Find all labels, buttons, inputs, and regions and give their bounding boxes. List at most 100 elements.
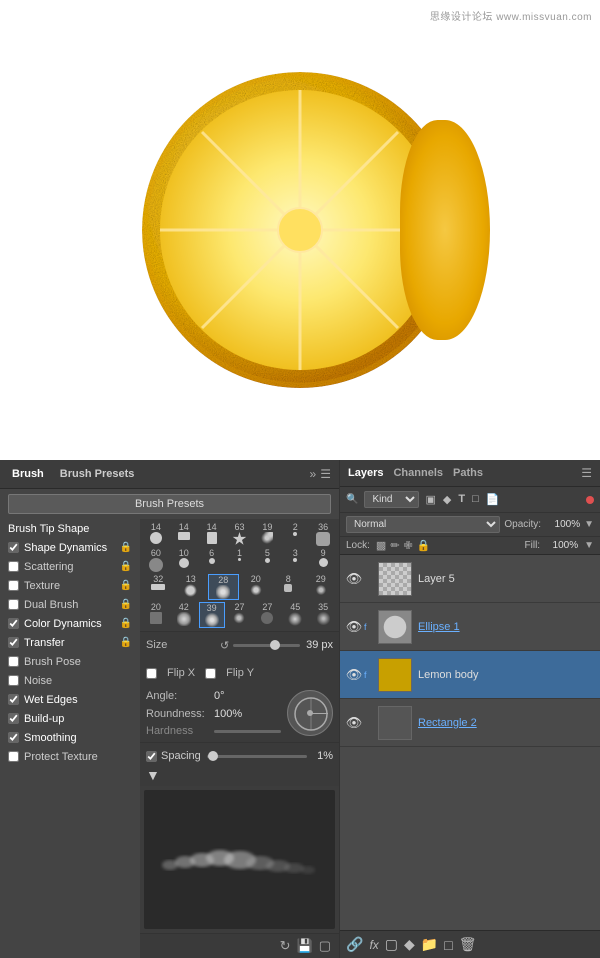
hardness-slider[interactable]: [214, 730, 281, 733]
tip-19[interactable]: 19: [254, 522, 280, 546]
smoothing-label[interactable]: Smoothing: [24, 732, 132, 744]
fill-arrow[interactable]: ▼: [584, 540, 594, 551]
tip-39-selected[interactable]: 39: [199, 602, 225, 628]
build-up-label[interactable]: Build-up: [24, 713, 132, 725]
transfer-label[interactable]: Transfer: [24, 637, 120, 649]
tip-9[interactable]: 9: [310, 548, 336, 572]
tab-brush[interactable]: Brush: [8, 466, 48, 482]
spacing-check[interactable]: [146, 751, 157, 762]
fx-icon[interactable]: fx: [369, 938, 378, 952]
tip-8[interactable]: 8: [273, 574, 304, 600]
protect-texture-check[interactable]: [8, 751, 19, 762]
link-layers-icon[interactable]: 🔗: [346, 936, 363, 953]
tip-35[interactable]: 35: [310, 602, 336, 628]
kind-adj-icon[interactable]: ◆: [441, 492, 453, 507]
tip-2[interactable]: 2: [282, 522, 308, 546]
tab-paths[interactable]: Paths: [453, 467, 483, 479]
tip-13[interactable]: 13: [176, 574, 207, 600]
link-icon-ellipse1[interactable]: f: [364, 622, 378, 632]
blend-mode-select[interactable]: Normal: [346, 516, 500, 533]
fill-value[interactable]: 100%: [546, 540, 578, 551]
lock-all-icon[interactable]: 🔒: [417, 539, 431, 552]
noise-check[interactable]: [8, 675, 19, 686]
flip-x-check[interactable]: [146, 668, 157, 679]
wet-edges-check[interactable]: [8, 694, 19, 705]
scattering-label[interactable]: Scattering: [24, 561, 120, 573]
lock-transparent-icon[interactable]: ▩: [376, 539, 386, 552]
tip-27[interactable]: 27: [227, 602, 253, 628]
save-brush-icon[interactable]: 💾: [297, 938, 313, 954]
texture-label[interactable]: Texture: [24, 580, 120, 592]
kind-text-icon[interactable]: T: [456, 492, 467, 507]
tab-channels[interactable]: Channels: [393, 467, 443, 479]
angle-circle[interactable]: [287, 690, 333, 736]
tip-63[interactable]: 63: [227, 522, 253, 546]
tip-14-3[interactable]: 14: [199, 522, 225, 546]
build-up-check[interactable]: [8, 713, 19, 724]
shape-dynamics-check[interactable]: [8, 542, 19, 553]
kind-smart-icon[interactable]: 📄: [484, 492, 502, 507]
tip-45[interactable]: 45: [282, 602, 308, 628]
new-layer-icon[interactable]: □: [444, 937, 452, 953]
layer-row-ellipse1[interactable]: 👁 f Ellipse 1: [340, 603, 600, 651]
dual-brush-label[interactable]: Dual Brush: [24, 599, 120, 611]
tip-60[interactable]: 60: [143, 548, 169, 572]
tip-14-1[interactable]: 14: [143, 522, 169, 546]
kind-pixel-icon[interactable]: ▣: [423, 492, 437, 507]
brush-pose-check[interactable]: [8, 656, 19, 667]
tip-6[interactable]: 6: [199, 548, 225, 572]
eye-icon-rectangle2[interactable]: 👁: [344, 713, 364, 733]
tip-20[interactable]: 20: [241, 574, 272, 600]
cycle-icon[interactable]: ↻: [280, 938, 291, 954]
brush-tip-shape-label[interactable]: Brush Tip Shape: [8, 523, 132, 535]
tip-5[interactable]: 5: [254, 548, 280, 572]
dual-brush-check[interactable]: [8, 599, 19, 610]
tip-36[interactable]: 36: [310, 522, 336, 546]
protect-texture-label[interactable]: Protect Texture: [24, 751, 132, 763]
tab-layers[interactable]: Layers: [348, 467, 383, 479]
size-slider[interactable]: [233, 644, 300, 647]
transfer-check[interactable]: [8, 637, 19, 648]
adjustment-icon[interactable]: ◆: [404, 936, 415, 953]
tip-32[interactable]: 32: [143, 574, 174, 600]
eye-icon-layer5[interactable]: 👁: [344, 569, 364, 589]
tip-3[interactable]: 3: [282, 548, 308, 572]
opacity-arrow[interactable]: ▼: [584, 519, 594, 530]
tip-1[interactable]: 1: [227, 548, 253, 572]
tip-14-2[interactable]: 14: [171, 522, 197, 546]
panel-menu-icon[interactable]: ☰: [320, 467, 331, 481]
lock-paint-icon[interactable]: ✏: [390, 539, 399, 552]
tip-10[interactable]: 10: [171, 548, 197, 572]
shape-dynamics-label[interactable]: Shape Dynamics: [24, 542, 120, 554]
panel-expand-icon[interactable]: »: [310, 467, 317, 481]
spacing-thumb[interactable]: [208, 751, 218, 761]
opacity-value[interactable]: 100%: [545, 519, 580, 530]
brush-pose-label[interactable]: Brush Pose: [24, 656, 132, 668]
eye-icon-ellipse1[interactable]: 👁: [344, 617, 364, 637]
layer-row-layer5[interactable]: 👁 Layer 5: [340, 555, 600, 603]
color-dynamics-label[interactable]: Color Dynamics: [24, 618, 120, 630]
spacing-slider[interactable]: [207, 755, 307, 758]
kind-select[interactable]: Kind: [364, 491, 419, 508]
noise-label[interactable]: Noise: [24, 675, 132, 687]
texture-check[interactable]: [8, 580, 19, 591]
wet-edges-label[interactable]: Wet Edges: [24, 694, 132, 706]
tab-brush-presets[interactable]: Brush Presets: [56, 466, 139, 482]
layer-row-lemon-body[interactable]: 👁 f Lemon body: [340, 651, 600, 699]
delete-layer-icon[interactable]: 🗑: [459, 936, 477, 953]
size-reset-icon[interactable]: ↺: [220, 639, 229, 652]
lock-move-icon[interactable]: ✙: [404, 539, 413, 552]
tip-42[interactable]: 42: [171, 602, 197, 628]
tip-20-b[interactable]: 20: [143, 602, 169, 628]
layers-menu-icon[interactable]: ☰: [581, 466, 592, 480]
folder-icon[interactable]: 📁: [421, 936, 438, 953]
brush-presets-button[interactable]: Brush Presets: [8, 494, 331, 514]
tip-28-selected[interactable]: 28: [208, 574, 239, 600]
tip-29[interactable]: 29: [306, 574, 337, 600]
new-brush-icon[interactable]: ▢: [319, 938, 331, 954]
link-icon-lemon-body[interactable]: f: [364, 670, 378, 680]
eye-icon-lemon-body[interactable]: 👁: [344, 665, 364, 685]
flip-y-check[interactable]: [205, 668, 216, 679]
color-dynamics-check[interactable]: [8, 618, 19, 629]
mask-icon[interactable]: ▢: [385, 936, 398, 953]
